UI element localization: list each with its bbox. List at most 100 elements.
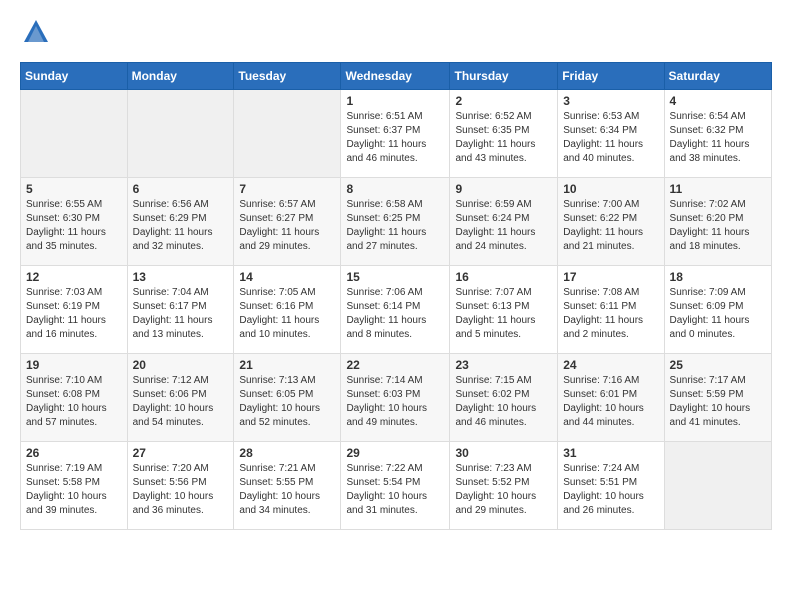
calendar-cell: 19 Sunrise: 7:10 AM Sunset: 6:08 PM Dayli… xyxy=(21,353,128,441)
day-info: Sunrise: 7:06 AM Sunset: 6:14 PM Dayligh… xyxy=(346,286,444,342)
day-number: 7 xyxy=(239,182,335,196)
day-number: 31 xyxy=(563,446,658,460)
calendar-cell: 14 Sunrise: 7:05 AM Sunset: 6:16 PM Dayli… xyxy=(234,265,341,353)
day-number: 21 xyxy=(239,358,335,372)
calendar-cell: 13 Sunrise: 7:04 AM Sunset: 6:17 PM Dayli… xyxy=(127,265,234,353)
calendar-day-header: Saturday xyxy=(664,62,771,89)
day-info: Sunrise: 7:14 AM Sunset: 6:03 PM Dayligh… xyxy=(346,374,444,430)
calendar-week-row: 12 Sunrise: 7:03 AM Sunset: 6:19 PM Dayli… xyxy=(21,265,772,353)
calendar-day-header: Sunday xyxy=(21,62,128,89)
day-info: Sunrise: 6:58 AM Sunset: 6:25 PM Dayligh… xyxy=(346,198,444,254)
day-number: 28 xyxy=(239,446,335,460)
calendar-cell: 29 Sunrise: 7:22 AM Sunset: 5:54 PM Dayli… xyxy=(341,441,450,529)
day-number: 1 xyxy=(346,94,444,108)
day-number: 2 xyxy=(455,94,552,108)
day-number: 29 xyxy=(346,446,444,460)
calendar-cell: 3 Sunrise: 6:53 AM Sunset: 6:34 PM Daylig… xyxy=(558,89,664,177)
day-info: Sunrise: 7:16 AM Sunset: 6:01 PM Dayligh… xyxy=(563,374,658,430)
calendar-table: SundayMondayTuesdayWednesdayThursdayFrid… xyxy=(20,62,772,530)
day-info: Sunrise: 7:21 AM Sunset: 5:55 PM Dayligh… xyxy=(239,462,335,518)
day-info: Sunrise: 7:12 AM Sunset: 6:06 PM Dayligh… xyxy=(133,374,229,430)
day-info: Sunrise: 6:52 AM Sunset: 6:35 PM Dayligh… xyxy=(455,110,552,166)
day-number: 16 xyxy=(455,270,552,284)
calendar-day-header: Friday xyxy=(558,62,664,89)
day-info: Sunrise: 7:02 AM Sunset: 6:20 PM Dayligh… xyxy=(670,198,766,254)
day-number: 19 xyxy=(26,358,122,372)
calendar-cell: 7 Sunrise: 6:57 AM Sunset: 6:27 PM Daylig… xyxy=(234,177,341,265)
calendar-cell: 9 Sunrise: 6:59 AM Sunset: 6:24 PM Daylig… xyxy=(450,177,558,265)
day-info: Sunrise: 7:05 AM Sunset: 6:16 PM Dayligh… xyxy=(239,286,335,342)
day-number: 12 xyxy=(26,270,122,284)
calendar-cell: 22 Sunrise: 7:14 AM Sunset: 6:03 PM Dayli… xyxy=(341,353,450,441)
calendar-cell xyxy=(21,89,128,177)
calendar-cell xyxy=(664,441,771,529)
calendar-cell: 17 Sunrise: 7:08 AM Sunset: 6:11 PM Dayli… xyxy=(558,265,664,353)
day-info: Sunrise: 7:13 AM Sunset: 6:05 PM Dayligh… xyxy=(239,374,335,430)
day-info: Sunrise: 7:00 AM Sunset: 6:22 PM Dayligh… xyxy=(563,198,658,254)
calendar-week-row: 5Sunrise: 6:55 AM Sunset: 6:30 PM Daylig… xyxy=(21,177,772,265)
logo xyxy=(20,18,50,52)
day-number: 24 xyxy=(563,358,658,372)
calendar-cell: 6 Sunrise: 6:56 AM Sunset: 6:29 PM Daylig… xyxy=(127,177,234,265)
day-info: Sunrise: 7:03 AM Sunset: 6:19 PM Dayligh… xyxy=(26,286,122,342)
day-info: Sunrise: 6:56 AM Sunset: 6:29 PM Dayligh… xyxy=(133,198,229,254)
day-number: 10 xyxy=(563,182,658,196)
day-number: 4 xyxy=(670,94,766,108)
day-number: 25 xyxy=(670,358,766,372)
day-info: Sunrise: 7:19 AM Sunset: 5:58 PM Dayligh… xyxy=(26,462,122,518)
calendar-cell: 24 Sunrise: 7:16 AM Sunset: 6:01 PM Dayli… xyxy=(558,353,664,441)
day-number: 13 xyxy=(133,270,229,284)
calendar-day-header: Monday xyxy=(127,62,234,89)
day-number: 22 xyxy=(346,358,444,372)
calendar-cell: 4 Sunrise: 6:54 AM Sunset: 6:32 PM Daylig… xyxy=(664,89,771,177)
day-number: 23 xyxy=(455,358,552,372)
calendar-cell xyxy=(234,89,341,177)
day-number: 26 xyxy=(26,446,122,460)
page-header xyxy=(20,18,772,52)
day-info: Sunrise: 6:55 AM Sunset: 6:30 PM Dayligh… xyxy=(26,198,122,254)
day-number: 17 xyxy=(563,270,658,284)
day-info: Sunrise: 7:15 AM Sunset: 6:02 PM Dayligh… xyxy=(455,374,552,430)
calendar-cell: 2 Sunrise: 6:52 AM Sunset: 6:35 PM Daylig… xyxy=(450,89,558,177)
calendar-cell: 23 Sunrise: 7:15 AM Sunset: 6:02 PM Dayli… xyxy=(450,353,558,441)
day-info: Sunrise: 6:57 AM Sunset: 6:27 PM Dayligh… xyxy=(239,198,335,254)
day-info: Sunrise: 7:22 AM Sunset: 5:54 PM Dayligh… xyxy=(346,462,444,518)
calendar-cell: 28 Sunrise: 7:21 AM Sunset: 5:55 PM Dayli… xyxy=(234,441,341,529)
calendar-cell: 30Sunrise: 7:23 AM Sunset: 5:52 PM Dayli… xyxy=(450,441,558,529)
calendar-day-header: Thursday xyxy=(450,62,558,89)
day-number: 14 xyxy=(239,270,335,284)
calendar-cell: 15Sunrise: 7:06 AM Sunset: 6:14 PM Dayli… xyxy=(341,265,450,353)
day-number: 30 xyxy=(455,446,552,460)
day-info: Sunrise: 6:53 AM Sunset: 6:34 PM Dayligh… xyxy=(563,110,658,166)
day-info: Sunrise: 7:09 AM Sunset: 6:09 PM Dayligh… xyxy=(670,286,766,342)
day-info: Sunrise: 6:54 AM Sunset: 6:32 PM Dayligh… xyxy=(670,110,766,166)
calendar-cell: 5Sunrise: 6:55 AM Sunset: 6:30 PM Daylig… xyxy=(21,177,128,265)
calendar-cell: 21 Sunrise: 7:13 AM Sunset: 6:05 PM Dayli… xyxy=(234,353,341,441)
day-number: 8 xyxy=(346,182,444,196)
calendar-cell: 20Sunrise: 7:12 AM Sunset: 6:06 PM Dayli… xyxy=(127,353,234,441)
day-info: Sunrise: 7:07 AM Sunset: 6:13 PM Dayligh… xyxy=(455,286,552,342)
day-info: Sunrise: 6:51 AM Sunset: 6:37 PM Dayligh… xyxy=(346,110,444,166)
day-number: 3 xyxy=(563,94,658,108)
calendar-cell: 18Sunrise: 7:09 AM Sunset: 6:09 PM Dayli… xyxy=(664,265,771,353)
day-info: Sunrise: 7:20 AM Sunset: 5:56 PM Dayligh… xyxy=(133,462,229,518)
calendar-week-row: 26 Sunrise: 7:19 AM Sunset: 5:58 PM Dayli… xyxy=(21,441,772,529)
calendar-cell: 26 Sunrise: 7:19 AM Sunset: 5:58 PM Dayli… xyxy=(21,441,128,529)
logo-icon xyxy=(22,18,50,46)
calendar-day-header: Tuesday xyxy=(234,62,341,89)
day-number: 9 xyxy=(455,182,552,196)
day-info: Sunrise: 7:24 AM Sunset: 5:51 PM Dayligh… xyxy=(563,462,658,518)
day-number: 6 xyxy=(133,182,229,196)
day-info: Sunrise: 7:10 AM Sunset: 6:08 PM Dayligh… xyxy=(26,374,122,430)
day-number: 27 xyxy=(133,446,229,460)
calendar-cell xyxy=(127,89,234,177)
day-info: Sunrise: 6:59 AM Sunset: 6:24 PM Dayligh… xyxy=(455,198,552,254)
calendar-week-row: 1 Sunrise: 6:51 AM Sunset: 6:37 PM Daylig… xyxy=(21,89,772,177)
page-container: SundayMondayTuesdayWednesdayThursdayFrid… xyxy=(0,0,792,540)
day-number: 11 xyxy=(670,182,766,196)
day-info: Sunrise: 7:04 AM Sunset: 6:17 PM Dayligh… xyxy=(133,286,229,342)
calendar-cell: 27 Sunrise: 7:20 AM Sunset: 5:56 PM Dayli… xyxy=(127,441,234,529)
day-info: Sunrise: 7:17 AM Sunset: 5:59 PM Dayligh… xyxy=(670,374,766,430)
calendar-day-header: Wednesday xyxy=(341,62,450,89)
day-info: Sunrise: 7:08 AM Sunset: 6:11 PM Dayligh… xyxy=(563,286,658,342)
